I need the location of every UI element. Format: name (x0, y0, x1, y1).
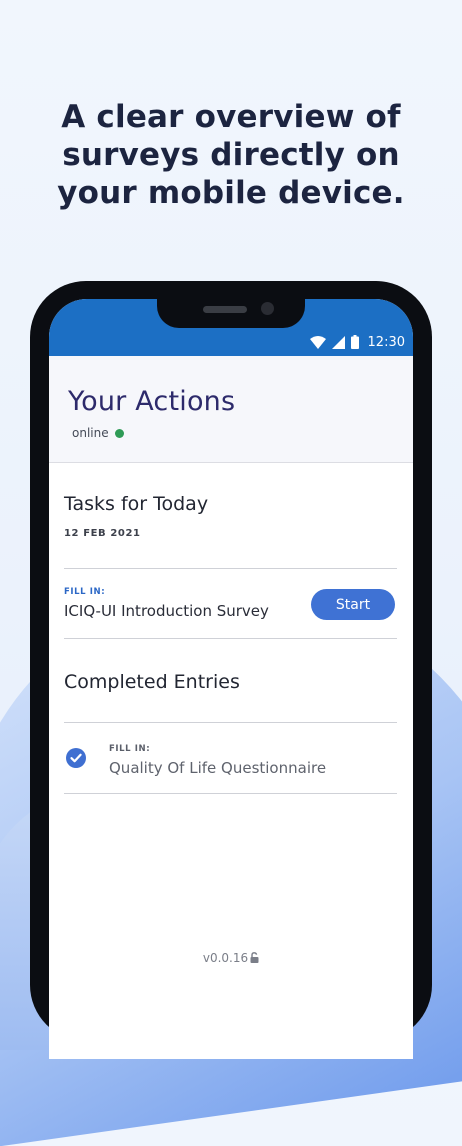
signal-icon (331, 335, 345, 349)
online-indicator-dot (114, 428, 124, 438)
tasks-date: 12 FEB 2021 (64, 528, 141, 539)
status-icons: 12:30 (309, 334, 405, 350)
headline-line-2: surveys directly on (62, 137, 400, 173)
divider (64, 793, 397, 794)
version-label: v0.0.16 (202, 951, 249, 965)
connection-status-label: online (72, 426, 109, 440)
start-button[interactable]: Start (311, 589, 395, 620)
divider (64, 722, 397, 723)
task-name: ICIQ-UI Introduction Survey (64, 602, 269, 620)
battery-icon (350, 335, 359, 349)
phone-notch (157, 299, 305, 328)
app-screen: 12:30 Your Actions online Tasks for Toda… (49, 299, 413, 1059)
tasks-section-title: Tasks for Today (64, 493, 209, 515)
front-camera (261, 302, 274, 315)
unlock-icon (250, 952, 259, 966)
status-time: 12:30 (367, 334, 405, 350)
completed-section-title: Completed Entries (64, 671, 240, 693)
page-title: Your Actions (68, 386, 236, 417)
headline-line-1: A clear overview of (61, 99, 401, 135)
phone-frame: 12:30 Your Actions online Tasks for Toda… (30, 281, 432, 1059)
headline-line-3: your mobile device. (57, 175, 405, 211)
completed-item[interactable]: FILL IN: Quality Of Life Questionnaire (64, 724, 397, 794)
app-version: v0.0.16 (49, 951, 413, 966)
promo-headline: A clear overview of surveys directly on … (0, 98, 462, 212)
status-bar: 12:30 (49, 299, 413, 356)
task-tag: FILL IN: (64, 587, 106, 597)
wifi-icon (309, 335, 326, 349)
connection-status: online (72, 426, 124, 440)
divider (64, 638, 397, 639)
completed-tag: FILL IN: (109, 744, 151, 754)
task-item[interactable]: FILL IN: ICIQ-UI Introduction Survey Sta… (64, 569, 397, 639)
speaker-grille (203, 306, 247, 313)
completed-name: Quality Of Life Questionnaire (109, 759, 327, 777)
app-header: Your Actions online (49, 356, 413, 463)
check-circle-icon (66, 748, 86, 768)
